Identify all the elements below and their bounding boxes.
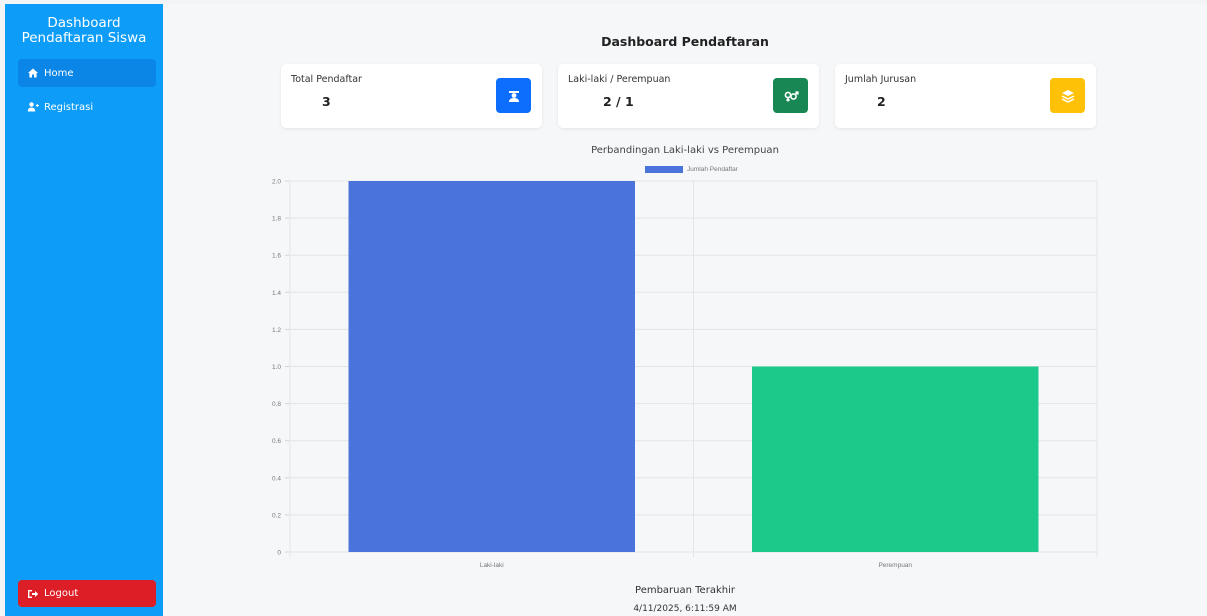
sidebar-item-label: Home xyxy=(44,67,74,79)
brand-line-1: Dashboard xyxy=(47,15,121,31)
y-tick-label: 0.4 xyxy=(272,475,281,482)
bar xyxy=(752,366,1039,552)
home-icon xyxy=(28,68,38,78)
y-tick-label: 1.0 xyxy=(272,364,281,371)
main-content: Dashboard Pendaftaran Total Pendaftar 3 … xyxy=(163,4,1207,616)
bar-chart: 2.0 1.8 1.6 1.4 1.2 1.0 0.8 0.6 0.4 0.2 0 Laki-laki… xyxy=(272,179,1098,569)
y-tick-label: 0 xyxy=(277,550,281,557)
sidebar-item-home[interactable]: Home xyxy=(18,59,156,87)
brand-line-2: Pendaftaran Siswa xyxy=(21,30,147,46)
y-tick-label: 1.2 xyxy=(272,327,281,334)
y-tick-label: 1.8 xyxy=(272,216,281,223)
y-tick-label: 1.4 xyxy=(272,290,281,297)
x-tick-label: Laki-laki xyxy=(480,562,504,569)
bar xyxy=(348,181,635,552)
sidebar: Dashboard Pendaftaran Siswa Home Registr… xyxy=(5,4,163,616)
last-update-value: 4/11/2025, 6:11:59 AM xyxy=(633,604,737,614)
x-tick-label: Perempuan xyxy=(878,562,912,569)
y-tick-label: 0.8 xyxy=(272,401,281,408)
y-tick-label: 0.6 xyxy=(272,438,281,445)
y-tick-label: 1.6 xyxy=(272,253,281,260)
sidebar-item-registrasi[interactable]: Registrasi xyxy=(18,93,156,121)
logout-button[interactable]: Logout xyxy=(18,580,156,607)
y-tick-label: 0.2 xyxy=(272,512,281,519)
sidebar-brand: Dashboard Pendaftaran Siswa xyxy=(5,16,163,46)
sidebar-item-label: Registrasi xyxy=(44,101,94,113)
user-plus-icon xyxy=(27,102,39,112)
logout-label: Logout xyxy=(44,588,79,599)
y-tick-label: 2.0 xyxy=(272,179,281,186)
last-update-label: Pembaruan Terakhir xyxy=(635,585,735,596)
sign-out-icon xyxy=(28,589,39,598)
